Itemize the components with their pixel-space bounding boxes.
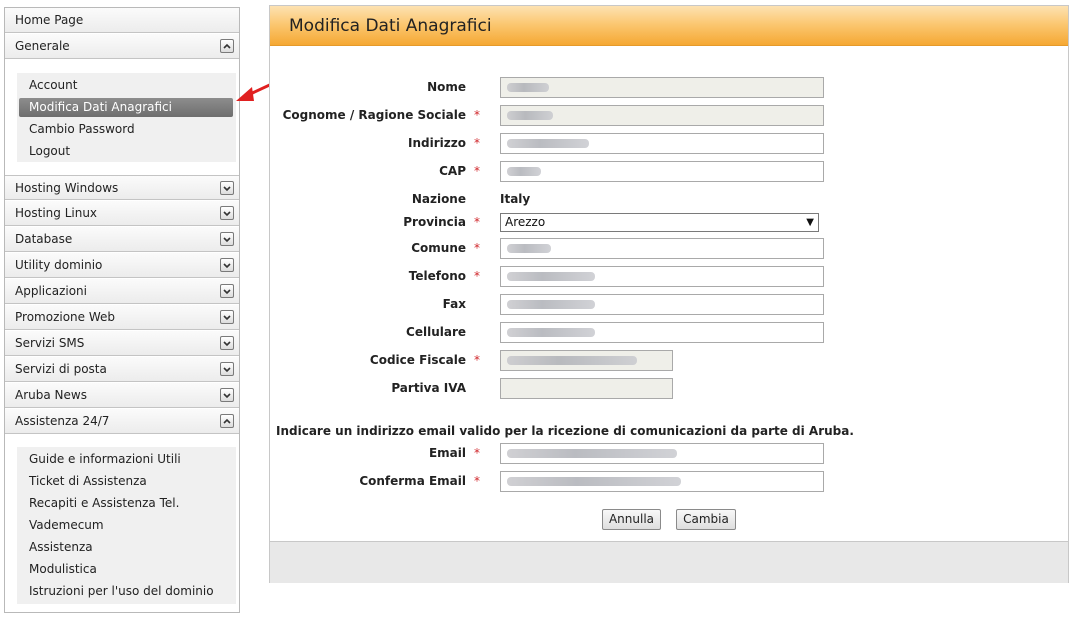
chevron-down-icon[interactable]	[220, 362, 234, 376]
redacted-value	[507, 244, 551, 253]
panel-footer	[270, 541, 1068, 583]
redacted-value	[507, 167, 541, 176]
required-mark: *	[474, 108, 480, 122]
sidebar-section-promozione-web[interactable]: Promozione Web	[5, 305, 239, 330]
submenu-item-istruzioni[interactable]: Istruzioni per l'uso del dominio	[19, 582, 233, 601]
sidebar-section-assistenza[interactable]: Assistenza 24/7	[5, 409, 239, 434]
chevron-down-icon[interactable]	[220, 206, 234, 220]
page-title: Modifica Dati Anagrafici	[289, 16, 492, 36]
redacted-value	[507, 83, 549, 92]
required-mark: *	[474, 474, 480, 488]
cognome-field[interactable]	[500, 105, 824, 126]
label-conferma-email: Conferma Email	[359, 474, 466, 488]
email-note: Indicare un indirizzo email valido per l…	[276, 424, 854, 438]
partiva-iva-field[interactable]	[500, 378, 673, 399]
submenu-item-modifica-dati-anagrafici[interactable]: Modifica Dati Anagrafici	[19, 98, 233, 117]
dropdown-arrow-icon: ▼	[806, 217, 814, 228]
chevron-down-icon[interactable]	[220, 232, 234, 246]
required-mark: *	[474, 241, 480, 255]
chevron-up-icon[interactable]	[220, 39, 234, 53]
label-email: Email	[428, 446, 466, 460]
required-mark: *	[474, 136, 480, 150]
required-mark: *	[474, 446, 480, 460]
redacted-value	[507, 139, 589, 148]
required-mark: *	[474, 164, 480, 178]
sidebar-section-servizi-di-posta[interactable]: Servizi di posta	[5, 357, 239, 382]
conferma-email-field[interactable]	[500, 471, 824, 492]
required-mark: *	[474, 353, 480, 367]
redacted-value	[507, 449, 677, 458]
cellulare-field[interactable]	[500, 322, 824, 343]
nazione-value: Italy	[500, 192, 531, 206]
label-telefono: Telefono	[408, 269, 466, 283]
fax-field[interactable]	[500, 294, 824, 315]
cambia-button[interactable]: Cambia	[676, 509, 736, 530]
chevron-up-icon[interactable]	[220, 414, 234, 428]
required-mark: *	[474, 215, 480, 229]
main-panel: Modifica Dati Anagrafici Nome Cognome / …	[269, 5, 1069, 583]
sidebar-section-database[interactable]: Database	[5, 227, 239, 252]
generale-submenu: Account Modifica Dati Anagrafici Cambio …	[17, 73, 236, 162]
submenu-item-logout[interactable]: Logout	[19, 142, 233, 161]
redacted-value	[507, 477, 681, 486]
sidebar-section-hosting-linux[interactable]: Hosting Linux	[5, 201, 239, 226]
redacted-value	[507, 356, 637, 365]
provincia-select[interactable]: Arezzo ▼	[500, 213, 819, 232]
annulla-button[interactable]: Annulla	[602, 509, 661, 530]
chevron-down-icon[interactable]	[220, 336, 234, 350]
label-cognome: Cognome / Ragione Sociale	[282, 108, 466, 122]
label-partiva-iva: Partiva IVA	[391, 381, 466, 395]
chevron-down-icon[interactable]	[220, 181, 234, 195]
label-cellulare: Cellulare	[406, 325, 466, 339]
chevron-down-icon[interactable]	[220, 310, 234, 324]
label-nome: Nome	[427, 80, 466, 94]
label-indirizzo: Indirizzo	[408, 136, 466, 150]
redacted-value	[507, 272, 595, 281]
telefono-field[interactable]	[500, 266, 824, 287]
label-nazione: Nazione	[411, 192, 466, 206]
redacted-value	[507, 300, 595, 309]
chevron-down-icon[interactable]	[220, 258, 234, 272]
submenu-item-modulistica[interactable]: Modulistica	[19, 560, 233, 579]
cap-field[interactable]	[500, 161, 824, 182]
submenu-item-vademecum[interactable]: Vademecum	[19, 516, 233, 535]
sidebar-section-hosting-windows[interactable]: Hosting Windows	[5, 175, 239, 200]
label-codice-fiscale: Codice Fiscale	[369, 353, 466, 367]
submenu-item-ticket[interactable]: Ticket di Assistenza	[19, 472, 233, 491]
label-provincia: Provincia	[403, 215, 466, 229]
sidebar-section-utility-dominio[interactable]: Utility dominio	[5, 253, 239, 278]
assistenza-submenu: Guide e informazioni Utili Ticket di Ass…	[17, 447, 236, 604]
panel-header: Modifica Dati Anagrafici	[270, 6, 1068, 46]
sidebar-section-aruba-news[interactable]: Aruba News	[5, 383, 239, 408]
nome-field[interactable]	[500, 77, 824, 98]
sidebar-home-page[interactable]: Home Page	[5, 8, 239, 33]
indirizzo-field[interactable]	[500, 133, 824, 154]
sidebar-section-applicazioni[interactable]: Applicazioni	[5, 279, 239, 304]
email-field[interactable]	[500, 443, 824, 464]
submenu-item-recapiti[interactable]: Recapiti e Assistenza Tel.	[19, 494, 233, 513]
comune-field[interactable]	[500, 238, 824, 259]
sidebar-section-servizi-sms[interactable]: Servizi SMS	[5, 331, 239, 356]
submenu-item-cambio-password[interactable]: Cambio Password	[19, 120, 233, 139]
chevron-down-icon[interactable]	[220, 388, 234, 402]
redacted-value	[507, 111, 553, 120]
sidebar-section-generale[interactable]: Generale	[5, 34, 239, 59]
sidebar: Home Page Generale Account Modifica Dati…	[4, 7, 240, 613]
codice-fiscale-field[interactable]	[500, 350, 673, 371]
label-cap: CAP	[439, 164, 466, 178]
required-mark: *	[474, 269, 480, 283]
label-fax: Fax	[442, 297, 466, 311]
submenu-item-assistenza[interactable]: Assistenza	[19, 538, 233, 557]
chevron-down-icon[interactable]	[220, 284, 234, 298]
submenu-item-account[interactable]: Account	[19, 76, 233, 95]
label-comune: Comune	[411, 241, 466, 255]
redacted-value	[507, 328, 595, 337]
submenu-item-guide[interactable]: Guide e informazioni Utili	[19, 450, 233, 469]
